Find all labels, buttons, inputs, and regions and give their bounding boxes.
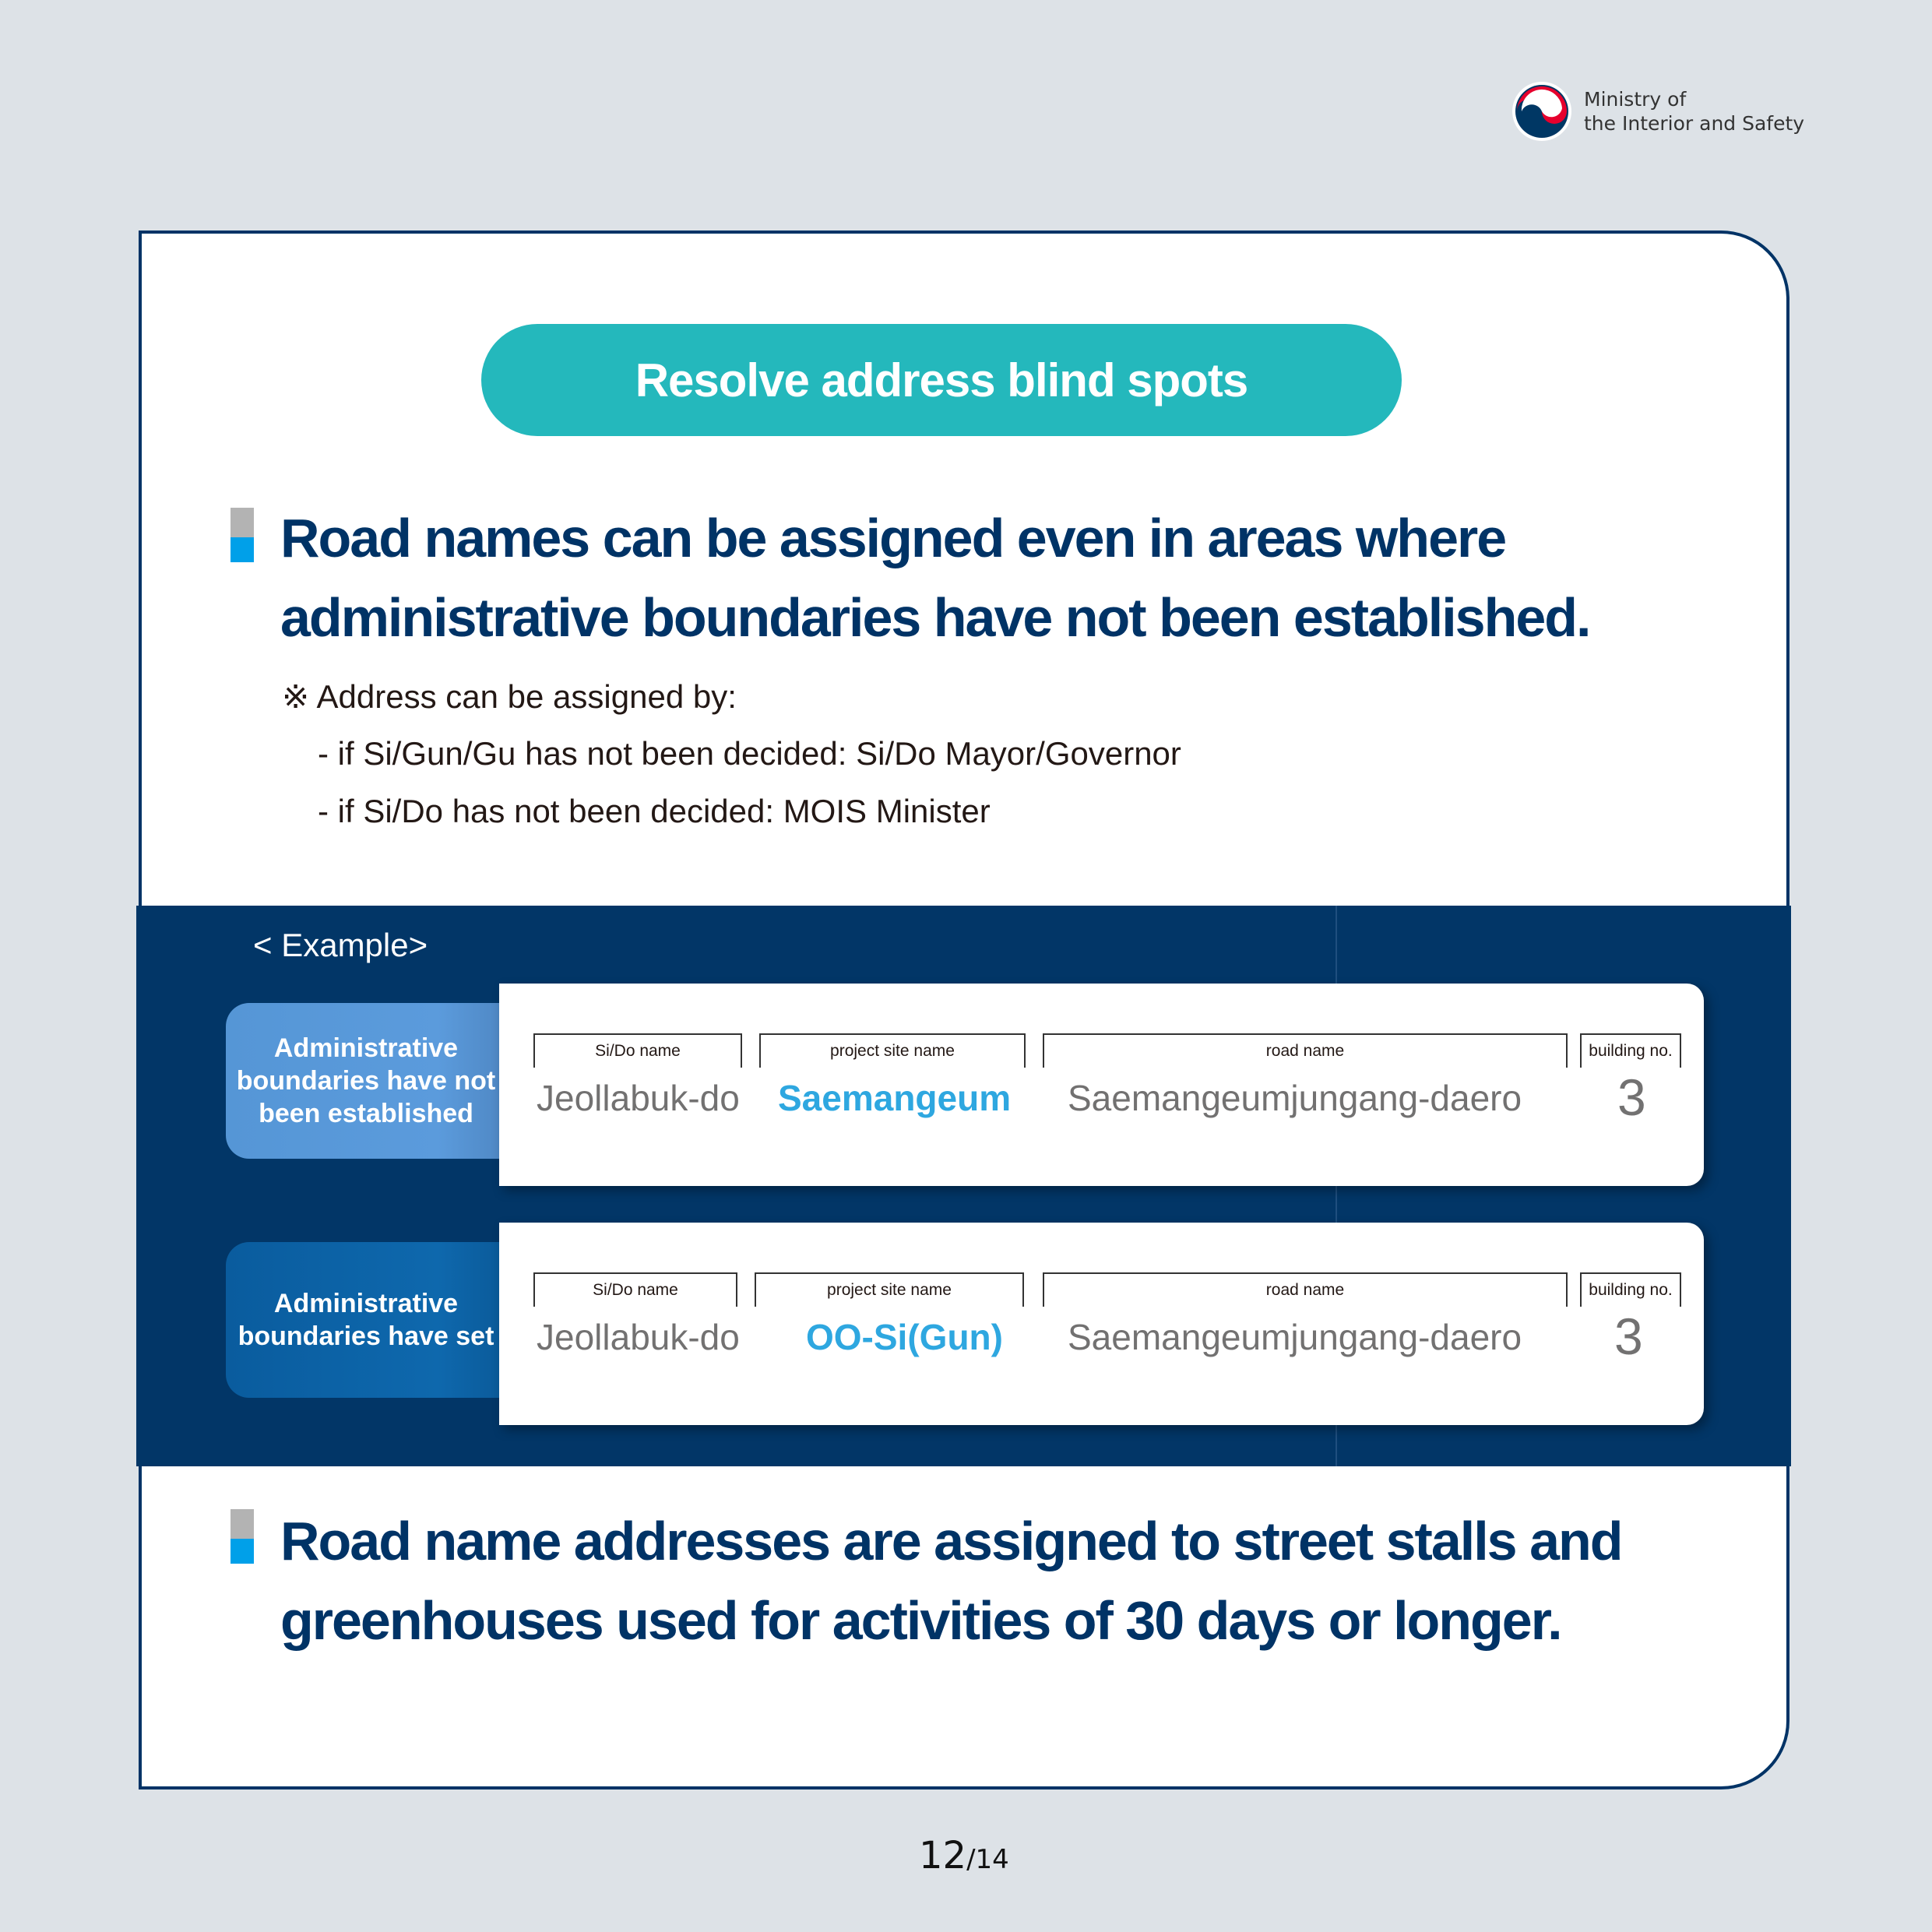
bullet-marker-icon xyxy=(231,1509,254,1564)
section1-heading: Road names can be assigned even in areas… xyxy=(280,498,1760,657)
section2-heading-line1: Road name addresses are assigned to stre… xyxy=(280,1511,1624,1571)
example-title: < Example> xyxy=(253,927,428,963)
assignment-note: ※ Address can be assigned by: xyxy=(282,678,737,715)
example-row-label: Administrative boundaries have set xyxy=(226,1242,530,1398)
field-value-highlight: OO-Si(Gun) xyxy=(806,1317,1003,1357)
field-project-site: project site name xyxy=(759,1033,1026,1068)
address-box: Si/Do name project site name road name b… xyxy=(499,984,1704,1186)
field-value: Jeollabuk-do xyxy=(537,1078,740,1118)
section1-heading-line1: Road names can be assigned even in areas… xyxy=(280,508,1507,568)
section2-heading-line2: greenhouses used for activities of 30 da… xyxy=(280,1590,1563,1651)
taegeuk-emblem-icon xyxy=(1512,82,1571,141)
example-row-label: Administrative boundaries have not been … xyxy=(226,1003,530,1159)
page-title: Resolve address blind spots xyxy=(481,324,1402,436)
field-value: Saemangeumjungang-daero xyxy=(1068,1078,1522,1118)
field-road-name: road name xyxy=(1043,1272,1568,1307)
page-indicator: 12/14 xyxy=(919,1834,1009,1877)
section1-heading-line2: administrative boundaries have not been … xyxy=(280,587,1591,648)
field-header: project site name xyxy=(755,1272,1024,1307)
field-project-site: project site name xyxy=(755,1272,1024,1307)
field-road-name: road name xyxy=(1043,1033,1568,1068)
section2-heading: Road name addresses are assigned to stre… xyxy=(280,1501,1760,1660)
field-building-no: building no. xyxy=(1580,1033,1681,1068)
bullet-marker-icon xyxy=(231,508,254,562)
field-header: Si/Do name xyxy=(533,1272,737,1307)
field-value: 3 xyxy=(1614,1307,1643,1365)
field-value: Jeollabuk-do xyxy=(537,1317,740,1357)
field-building-no: building no. xyxy=(1580,1272,1681,1307)
total-pages: 14 xyxy=(975,1844,1009,1875)
current-page: 12 xyxy=(919,1834,967,1877)
field-header: Si/Do name xyxy=(533,1033,742,1068)
field-value-highlight: Saemangeum xyxy=(778,1078,1012,1118)
ministry-name-line2: the Interior and Safety xyxy=(1584,112,1805,135)
assignment-item: - if Si/Gun/Gu has not been decided: Si/… xyxy=(318,735,1181,772)
ministry-logo: Ministry of the Interior and Safety xyxy=(1511,80,1804,143)
field-header: road name xyxy=(1043,1033,1568,1068)
field-header: road name xyxy=(1043,1272,1568,1307)
ministry-name-line1: Ministry of xyxy=(1584,88,1687,111)
address-box: Si/Do name project site name road name b… xyxy=(499,1223,1704,1425)
field-header: project site name xyxy=(759,1033,1026,1068)
field-value: Saemangeumjungang-daero xyxy=(1068,1317,1522,1357)
field-si-do: Si/Do name xyxy=(533,1272,737,1307)
page-separator: / xyxy=(966,1844,976,1875)
ministry-name: Ministry of the Interior and Safety xyxy=(1584,87,1804,135)
field-header: building no. xyxy=(1580,1272,1681,1307)
field-header: building no. xyxy=(1580,1033,1681,1068)
assignment-item: - if Si/Do has not been decided: MOIS Mi… xyxy=(318,793,991,829)
field-value: 3 xyxy=(1617,1068,1646,1126)
field-si-do: Si/Do name xyxy=(533,1033,742,1068)
